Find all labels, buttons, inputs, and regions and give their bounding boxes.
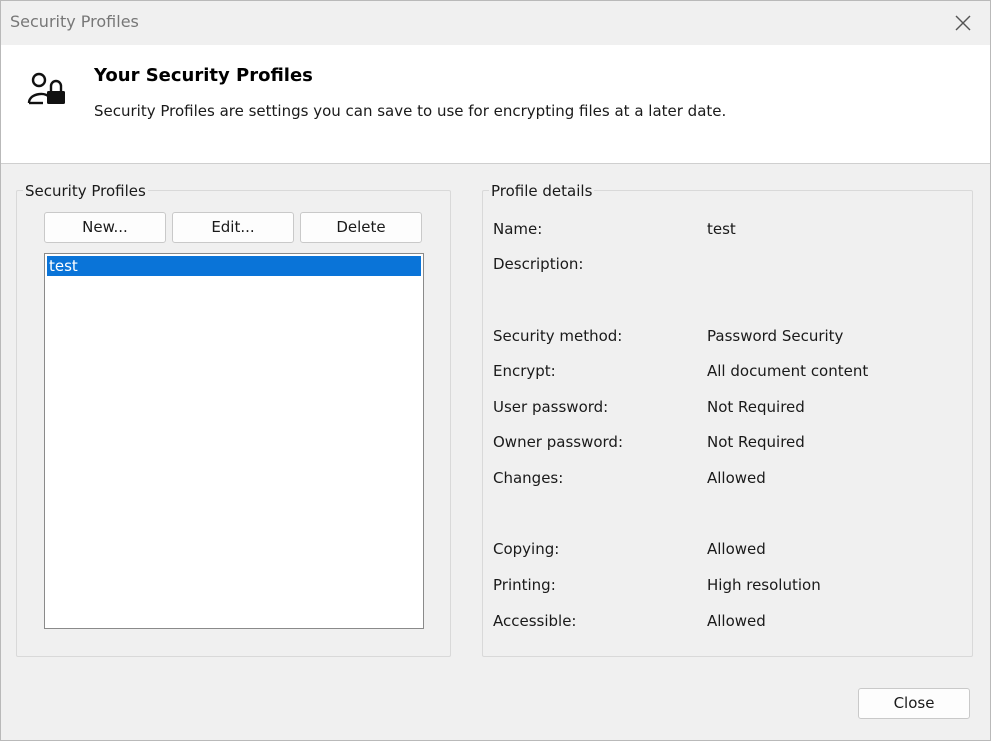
changes-label: Changes: — [493, 469, 564, 487]
printing-label: Printing: — [493, 576, 556, 594]
name-value: test — [707, 220, 736, 238]
user-password-value: Not Required — [707, 398, 805, 416]
header-title: Your Security Profiles — [94, 65, 313, 86]
delete-profile-button[interactable]: Delete — [300, 212, 422, 243]
description-label: Description: — [493, 255, 584, 273]
profiles-group-label: Security Profiles — [23, 182, 148, 200]
user-lock-icon — [27, 71, 67, 107]
owner-password-value: Not Required — [707, 433, 805, 451]
security-method-value: Password Security — [707, 327, 844, 345]
encrypt-label: Encrypt: — [493, 362, 556, 380]
name-label: Name: — [493, 220, 543, 238]
owner-password-label: Owner password: — [493, 433, 624, 451]
window-close-icon[interactable] — [951, 11, 975, 35]
copying-label: Copying: — [493, 540, 560, 558]
printing-value: High resolution — [707, 576, 821, 594]
security-profiles-dialog: Security Profiles Your Security Profiles… — [0, 0, 991, 741]
profile-details-group-label: Profile details — [489, 182, 595, 200]
copying-value: Allowed — [707, 540, 766, 558]
header-banner: Your Security Profiles Security Profiles… — [1, 45, 990, 164]
profile-list-item[interactable]: test — [47, 256, 421, 276]
header-description: Security Profiles are settings you can s… — [94, 102, 727, 120]
edit-profile-button[interactable]: Edit... — [172, 212, 294, 243]
accessible-label: Accessible: — [493, 612, 577, 630]
user-password-label: User password: — [493, 398, 609, 416]
encrypt-value: All document content — [707, 362, 869, 380]
changes-value: Allowed — [707, 469, 766, 487]
profiles-listbox[interactable]: test — [44, 253, 424, 629]
window-title: Security Profiles — [10, 12, 139, 31]
title-bar: Security Profiles — [1, 1, 990, 45]
accessible-value: Allowed — [707, 612, 766, 630]
security-method-label: Security method: — [493, 327, 623, 345]
close-button[interactable]: Close — [858, 688, 970, 719]
new-profile-button[interactable]: New... — [44, 212, 166, 243]
